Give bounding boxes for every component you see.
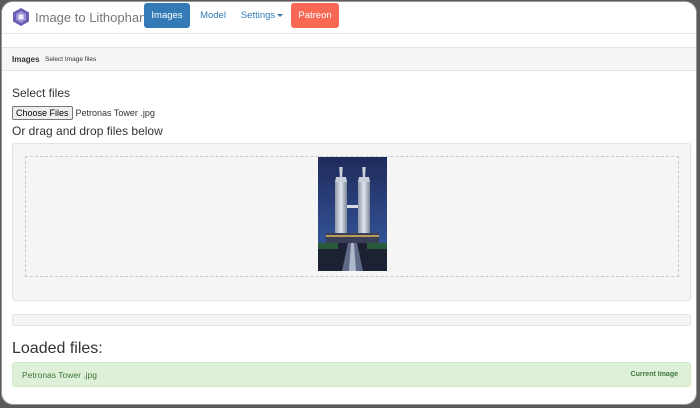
caret-down-icon <box>277 13 284 17</box>
loaded-file-name: Petronas Tower .jpg <box>22 370 97 380</box>
nav-model-tab[interactable]: Model <box>196 3 230 28</box>
brand-title: Image to Lithophane <box>35 9 154 25</box>
select-files-heading: Select files <box>12 86 71 100</box>
app-window: Image to Lithophane Images Model Setting… <box>1 1 697 405</box>
current-image-badge: Current Image <box>630 371 678 378</box>
loaded-file-item[interactable]: Petronas Tower .jpg Current Image <box>12 362 691 387</box>
nav-patreon-button[interactable]: Patreon <box>291 3 339 28</box>
drop-zone[interactable] <box>25 156 679 277</box>
image-thumbnail[interactable] <box>318 157 387 271</box>
drop-well <box>12 143 691 301</box>
breadcrumb: Images Select Image files <box>2 47 696 71</box>
breadcrumb-title: Images <box>12 55 40 64</box>
file-input[interactable]: Choose Files Petronas Tower .jpg <box>12 106 155 120</box>
choose-files-button[interactable]: Choose Files <box>12 106 73 120</box>
drag-drop-heading: Or drag and drop files below <box>12 124 163 138</box>
nav-images-tab[interactable]: Images <box>144 3 190 28</box>
nav-settings-dropdown[interactable]: Settings <box>240 3 284 28</box>
cube-logo-icon <box>13 8 29 26</box>
navbar: Image to Lithophane Images Model Setting… <box>2 2 696 34</box>
loaded-files-heading: Loaded files: <box>12 340 103 357</box>
breadcrumb-subtitle: Select Image files <box>45 56 97 63</box>
upload-progress-bar <box>12 314 691 326</box>
nav-settings-label: Settings <box>240 10 276 21</box>
selected-file-name: Petronas Tower .jpg <box>75 108 155 118</box>
brand[interactable]: Image to Lithophane <box>12 6 154 28</box>
